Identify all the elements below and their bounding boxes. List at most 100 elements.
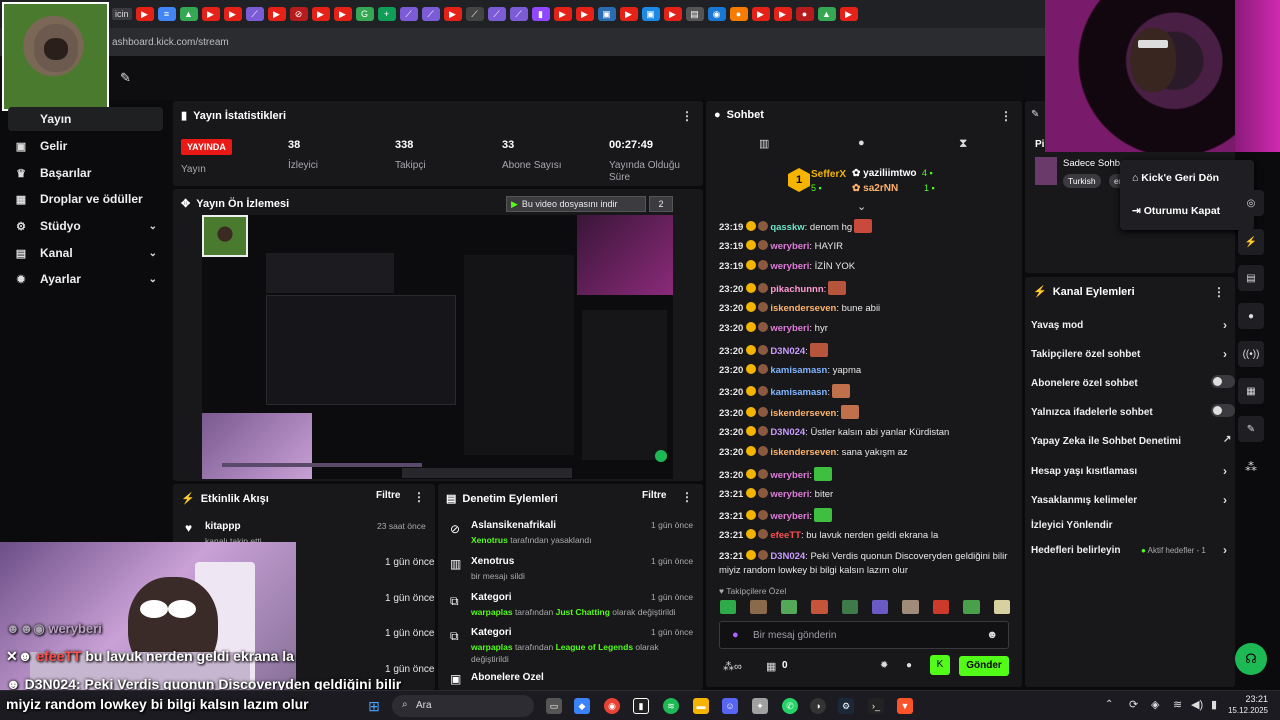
back-to-kick-item[interactable]: ⌂ Kick'e Geri Dön [1132,172,1219,184]
youtube-tab-icon[interactable]: ▶ [267,7,286,21]
microphone-icon[interactable]: ● [732,629,739,641]
action-goals[interactable]: Hedefleri belirleyin ● Aktif hedefler - … [1031,543,1231,557]
event-category[interactable]: Just Chatting [556,607,610,617]
sheets-tab-icon[interactable]: + [377,7,396,21]
gif-tab-icon[interactable]: ▣ [597,7,616,21]
message-user[interactable]: iskenderseven [770,303,836,314]
blocked-tab-icon[interactable]: ⊘ [289,7,308,21]
message-user[interactable]: weryberi [770,470,809,481]
preview-video[interactable] [202,215,673,479]
battery-icon[interactable]: ▮ [1211,698,1217,711]
points-icon[interactable]: ⁂ [1238,454,1264,480]
doc-tab-icon[interactable]: ▤ [685,7,704,21]
emote[interactable] [872,600,889,614]
youtube-tab-icon[interactable]: ▶ [201,7,220,21]
gear-icon[interactable]: ✹ [880,660,888,671]
event-category[interactable]: League of Legends [556,642,633,652]
address-bar[interactable]: ashboard.kick.com/stream [0,28,1045,56]
message-user[interactable]: weryberi [770,241,809,252]
more-options-icon[interactable]: ⋮ [1213,285,1225,299]
kick-icon[interactable]: K [930,655,950,675]
drive-tab-icon[interactable]: ▲ [179,7,198,21]
app-icon[interactable]: ✦ [752,698,768,714]
emote[interactable] [720,600,737,614]
emote[interactable] [809,343,828,357]
send-button[interactable]: Gönder [959,656,1009,676]
message-user[interactable]: weryberi [770,489,809,500]
youtube-tab-icon[interactable]: ▶ [223,7,242,21]
youtube-tab-icon[interactable]: ▶ [553,7,572,21]
emote[interactable] [750,600,767,614]
sidebar-item-channel[interactable]: ▤ Kanal ⌄ [8,241,163,265]
terminal-icon[interactable]: ›_ [868,698,884,714]
gifter-row[interactable]: ✿ sa2rNN [852,183,898,194]
tray-app-icon[interactable]: ◈ [1151,698,1159,711]
emote-only-toggle[interactable] [1211,404,1235,417]
emoji-icon[interactable]: ☻ [986,629,998,641]
emote[interactable] [780,600,798,614]
message-user[interactable]: kamisamasn [770,387,827,398]
task-view-icon[interactable]: ▭ [546,698,562,714]
message-user[interactable]: D3N024 [770,427,805,438]
url-text[interactable]: ashboard.kick.com/stream [112,37,229,48]
file-explorer-icon[interactable]: ▬ [693,698,709,714]
youtube-tab-icon[interactable]: ▶ [619,7,638,21]
sidebar-item-drops[interactable]: ▦ Droplar ve ödüller [8,187,163,211]
download-video-banner[interactable]: ▶ Bu video dosyasını indir [506,196,646,212]
discord-icon[interactable]: ☺ [722,698,738,714]
sidebar-item-studio[interactable]: ⚙ Stüdyo ⌄ [8,214,163,238]
sidebar-item-achievements[interactable]: ♛ Başarılar [8,161,163,185]
link-tab-icon[interactable]: ⟋ [245,7,264,21]
twitch-tab-icon[interactable]: ▮ [531,7,550,21]
message-user[interactable]: efeeTT [770,530,801,541]
chat-input[interactable]: ● Bir mesaj gönderin ☻ [719,621,1009,649]
taskbar-search[interactable]: ⌕ Ara [392,695,534,717]
copilot-icon[interactable]: ◆ [574,698,590,714]
chat-bubble-icon[interactable]: ● [858,137,865,149]
top-gifter-name[interactable]: SefferX [811,169,846,180]
messenger-tab-icon[interactable]: ◉ [707,7,726,21]
action-banned-words[interactable]: Yasaklanmış kelimeler › [1031,493,1231,507]
red-tab-icon[interactable]: ● [795,7,814,21]
link-tab-icon[interactable]: ⟋ [509,7,528,21]
message-user[interactable]: D3N024 [770,551,805,562]
emote[interactable] [932,600,950,614]
youtube-tab-icon[interactable]: ▶ [773,7,792,21]
emote[interactable] [832,384,850,398]
clock-date[interactable]: 15.12.2025 [1220,706,1268,715]
docs-tab-icon[interactable]: ≡ [157,7,176,21]
lightning-icon[interactable]: ⚡ [1238,229,1264,255]
sidebar-item-settings[interactable]: ✹ Ayarlar ⌄ [8,267,163,291]
more-options-icon[interactable]: ⋮ [681,490,693,504]
wrench-icon[interactable]: ✎ [1238,416,1264,442]
sidebar-item-revenue[interactable]: ▣ Gelir [8,134,163,158]
document-icon[interactable]: ▤ [1238,265,1264,291]
youtube-tab-icon[interactable]: ▶ [135,7,154,21]
chrome-icon[interactable]: ◉ [604,698,620,714]
message-user[interactable]: D3N024 [770,346,805,357]
target-icon[interactable]: ◎ [1238,190,1264,216]
emote[interactable] [840,405,859,419]
broadcast-icon[interactable]: ((•)) [1238,341,1264,367]
youtube-tab-icon[interactable]: ▶ [443,7,462,21]
link-tab-icon[interactable]: ⟋ [421,7,440,21]
emote[interactable] [828,281,847,295]
youtube-tab-icon[interactable]: ▶ [839,7,858,21]
support-icon[interactable]: ☊ [1235,643,1267,675]
brave-icon[interactable]: ▼ [897,698,913,714]
emote[interactable] [854,219,873,233]
orange-tab-icon[interactable]: ● [729,7,748,21]
tray-app-icon[interactable]: ⟳ [1129,698,1138,711]
pinned-thumbnail[interactable] [1035,157,1057,185]
youtube-tab-icon[interactable]: ▶ [333,7,352,21]
gifter-name[interactable]: yaziliimtwo [863,168,916,179]
event-title[interactable]: Abonelere Özel [471,672,695,683]
message-user[interactable]: weryberi [770,261,809,272]
emote[interactable] [814,508,833,522]
youtube-tab-icon[interactable]: ▶ [311,7,330,21]
link-tab-icon[interactable]: ⟋ [487,7,506,21]
pinned-title[interactable]: Sadece Sohb [1063,158,1120,169]
whatsapp-icon[interactable]: ✆ [782,698,798,714]
youtube-tab-icon[interactable]: ▶ [663,7,682,21]
gifter-name[interactable]: sa2rNN [863,183,898,194]
